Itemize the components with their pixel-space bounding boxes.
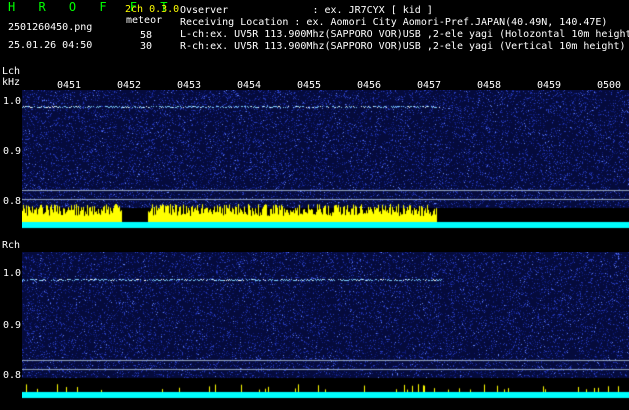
meteor-label: meteor [126,15,163,26]
rch-label: Rch [2,240,21,251]
rch-ytick-1.0: 1.0 [3,268,22,279]
filename: 2501260450.png [8,22,93,33]
datetime: 25.01.26 04:50 [8,40,93,51]
lch-unit: kHz [2,77,21,88]
rch-ytick-0.9: 0.9 [3,320,22,331]
mode-label: 2ch 0.3.0 [125,4,180,15]
lch-ytick-1.0: 1.0 [3,96,22,107]
lch-info: L-ch:ex. UV5R 113.900Mhz(SAPPORO VOR)USB… [180,29,629,40]
rch-ytick-0.8: 0.8 [3,370,22,381]
rch-spectrogram [22,252,629,400]
meteor-count-l: 58 [140,30,153,41]
lch-ytick-0.9: 0.9 [3,146,22,157]
lch-label: Lch [2,66,21,77]
meteor-count-r: 30 [140,41,153,52]
lch-ytick-0.8: 0.8 [3,196,22,207]
lch-spectrogram [22,90,629,230]
rch-info: R-ch:ex. UV5R 113.900Mhz(SAPPORO VOR)USB… [180,41,626,52]
location-info: Receiving Location : ex. Aomori City Aom… [180,17,608,28]
observer-info: Ovserver : ex. JR7CYX [ kid ] [180,5,433,16]
